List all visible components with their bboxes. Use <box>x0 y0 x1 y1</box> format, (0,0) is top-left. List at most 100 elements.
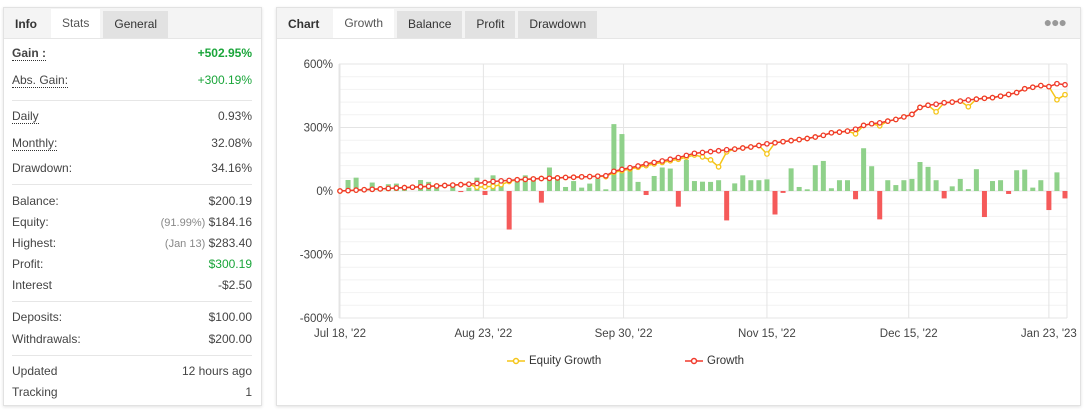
growth-point <box>981 95 988 102</box>
tab-growth[interactable]: Growth <box>333 9 395 38</box>
growth-point <box>675 154 682 161</box>
monthly-label[interactable]: Monthly: <box>12 136 58 151</box>
stat-gain: Gain : +502.95% <box>12 46 252 61</box>
daily-bar <box>756 180 762 191</box>
y-tick-label: -600% <box>300 313 333 325</box>
tab-profit[interactable]: Profit <box>465 11 516 38</box>
legend-equity-growth[interactable]: Equity Growth <box>507 355 601 367</box>
stat-daily: Daily 0.93% <box>12 109 252 124</box>
equity-growth-point <box>707 157 714 163</box>
growth-point <box>909 111 915 118</box>
legend-equity-label: Equity Growth <box>529 355 602 367</box>
growth-point <box>594 173 601 180</box>
daily-bar <box>1038 180 1044 191</box>
stat-updated: Updated 12 hours ago <box>12 364 252 378</box>
growth-point <box>1029 84 1036 91</box>
daily-bar <box>1014 170 1020 191</box>
equity-growth-point <box>490 183 496 190</box>
tab-stats[interactable]: Stats <box>51 9 101 38</box>
growth-point <box>707 148 714 155</box>
divider <box>12 301 252 302</box>
daily-bar <box>853 191 859 200</box>
growth-point <box>941 99 948 106</box>
growth-chart: Jul 18, '22 Aug 23, '22 Sep 30, '22 Nov 15,… <box>300 59 1077 340</box>
tab-info[interactable]: Info <box>4 11 48 38</box>
tab-general[interactable]: General <box>103 11 169 38</box>
growth-point <box>353 187 359 194</box>
daily-bar <box>635 181 641 191</box>
divider <box>12 184 252 185</box>
growth-point <box>731 146 738 152</box>
growth-point <box>441 182 448 189</box>
growth-point <box>828 129 835 136</box>
daily-bar <box>716 180 722 191</box>
x-tick-label: Jan 23, '23 <box>1021 328 1077 340</box>
daily-bar <box>877 191 883 220</box>
daily-bar <box>579 187 585 191</box>
growth-point <box>401 184 408 191</box>
growth-point <box>1054 80 1060 87</box>
equity-note: (91.99%) <box>160 217 206 229</box>
x-tick-label: Jul 18, '22 <box>314 328 366 340</box>
growth-point <box>844 128 851 134</box>
abs-gain-value: +300.19% <box>197 73 252 87</box>
abs-gain-label[interactable]: Abs. Gain: <box>12 73 69 88</box>
growth-point <box>659 158 666 164</box>
chart-title: Chart <box>288 17 320 31</box>
growth-point <box>337 188 343 194</box>
growth-point <box>627 164 633 171</box>
daily-bar <box>683 159 689 191</box>
stat-abs-gain: Abs. Gain: +300.19% <box>12 73 252 88</box>
x-tick-label: Nov 15, '22 <box>738 328 796 340</box>
gain-label[interactable]: Gain : <box>12 46 47 61</box>
daily-bar <box>973 169 979 191</box>
growth-point <box>852 126 859 133</box>
growth-point <box>820 132 827 139</box>
growth-legend-icon <box>685 357 703 365</box>
updated-value: 12 hours ago <box>181 364 252 378</box>
legend-growth-label: Growth <box>707 355 745 367</box>
growth-point <box>651 159 658 166</box>
equity-growth-point <box>715 164 722 170</box>
tab-drawdown[interactable]: Drawdown <box>518 11 598 38</box>
growth-point <box>586 173 593 180</box>
y-tick-label: 0% <box>316 186 333 198</box>
daily-bar <box>571 181 577 191</box>
stat-highest: Highest: (Jan 13) $283.40 <box>12 236 252 250</box>
daily-bar <box>482 191 488 196</box>
daily-bar <box>466 187 472 191</box>
chart-panel: Chart Growth Balance Profit Drawdown ●●●… <box>276 7 1081 406</box>
growth-point <box>498 177 504 184</box>
more-dots-icon[interactable]: ●●● <box>1044 14 1067 30</box>
tab-balance[interactable]: Balance <box>397 11 463 38</box>
daily-bar <box>691 181 697 191</box>
growth-point <box>1046 83 1052 90</box>
daily-bar <box>732 183 738 191</box>
growth-point <box>876 119 883 126</box>
growth-point <box>611 168 617 175</box>
tracking-label: Tracking <box>12 385 58 399</box>
growth-point <box>796 136 803 143</box>
growth-point <box>466 181 472 188</box>
deposits-label: Deposits: <box>12 310 63 324</box>
daily-bar <box>538 191 544 203</box>
growth-point <box>1037 82 1044 89</box>
growth-point <box>1013 89 1020 96</box>
stat-monthly: Monthly: 32.08% <box>12 136 252 151</box>
daily-label[interactable]: Daily <box>12 109 39 124</box>
highest-label: Highest: <box>12 236 57 250</box>
daily-bar <box>901 180 907 191</box>
growth-point <box>474 180 480 187</box>
chart-tabs: Chart Growth Balance Profit Drawdown <box>277 8 1080 39</box>
growth-point <box>997 93 1004 100</box>
interest-label: Interest <box>12 278 53 292</box>
growth-point <box>570 174 577 181</box>
growth-point <box>836 129 843 136</box>
legend-growth[interactable]: Growth <box>685 355 744 367</box>
growth-point <box>602 172 609 179</box>
growth-point <box>393 185 400 191</box>
growth-point <box>377 186 384 192</box>
growth-point <box>901 114 907 120</box>
growth-point <box>1021 85 1028 92</box>
growth-point <box>530 176 537 182</box>
